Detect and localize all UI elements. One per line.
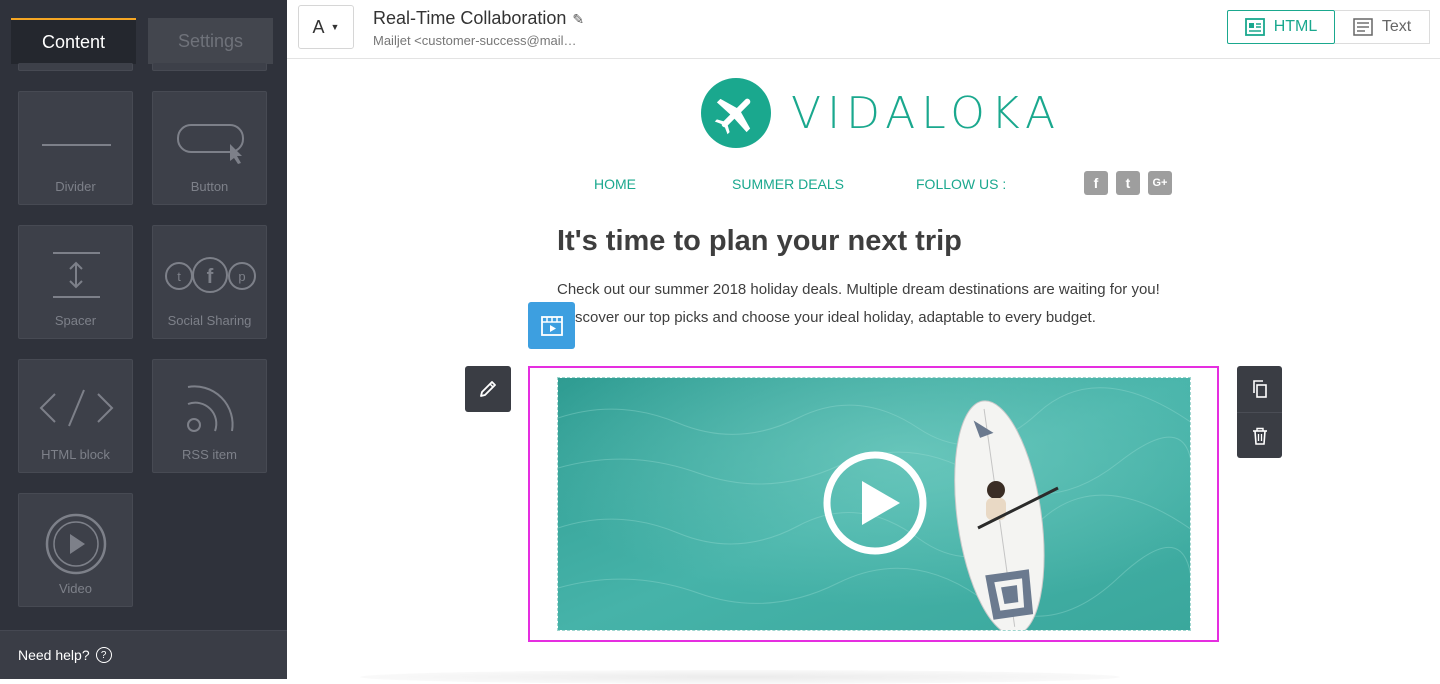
need-help-label: Need help?	[18, 647, 90, 663]
block-label: RSS item	[182, 447, 237, 462]
block-label: Social Sharing	[167, 313, 252, 328]
text-view-icon	[1353, 18, 1373, 36]
sender-address: Mailjet <customer-success@mail…	[373, 33, 577, 48]
google-plus-icon[interactable]: G+	[1148, 171, 1172, 195]
font-style-dropdown[interactable]: A ▼	[298, 5, 354, 49]
html-view-icon	[1244, 18, 1265, 36]
editor-toolbar: A ▼ Real-Time Collaboration ✎ Mailjet <cu…	[287, 0, 1440, 59]
twitter-icon[interactable]: t	[1116, 171, 1140, 195]
brand-wordmark: VIDALOKA	[791, 88, 1062, 139]
text-view-label: Text	[1381, 18, 1412, 35]
nav-summer-deals-link[interactable]: SUMMER DEALS	[732, 176, 844, 192]
block-divider[interactable]: Divider	[18, 91, 133, 205]
edit-block-button[interactable]	[465, 366, 511, 412]
block-html[interactable]: HTML block	[18, 359, 133, 473]
tab-settings[interactable]: Settings	[148, 18, 273, 64]
email-footer-shadow	[360, 670, 1120, 684]
block-label: Spacer	[54, 313, 97, 328]
block-tile-partial[interactable]	[18, 63, 133, 71]
video-block-icon	[540, 315, 563, 336]
nav-follow-us-label: FOLLOW US :	[916, 176, 1007, 192]
trash-icon	[1252, 427, 1267, 445]
pencil-icon[interactable]: ✎	[572, 11, 584, 27]
svg-text:f: f	[207, 266, 214, 288]
campaign-title-text: Real-Time Collaboration	[373, 8, 567, 28]
airplane-logo-icon	[701, 78, 771, 148]
pencil-icon	[480, 381, 496, 397]
email-paragraph[interactable]: Check out our summer 2018 holiday deals.…	[557, 281, 1160, 298]
duplicate-block-button[interactable]	[1237, 366, 1282, 412]
need-help-link[interactable]: Need help? ?	[0, 630, 287, 679]
block-rss[interactable]: RSS item	[152, 359, 267, 473]
block-tile-partial[interactable]	[152, 63, 267, 71]
campaign-title[interactable]: Real-Time Collaboration ✎	[373, 8, 584, 29]
block-sidebar: Content Settings Divider Button Spacer f…	[0, 0, 287, 679]
help-icon: ?	[95, 647, 112, 663]
block-label: Button	[190, 179, 229, 194]
video-block-type-button[interactable]	[528, 302, 575, 349]
block-social-sharing[interactable]: f t p Social Sharing	[152, 225, 267, 339]
block-video[interactable]: Video	[18, 493, 133, 607]
email-heading[interactable]: It's time to plan your next trip	[557, 225, 962, 258]
facebook-icon[interactable]: f	[1084, 171, 1108, 195]
block-actions-toolbar	[1237, 366, 1282, 458]
video-block-selection-outline	[528, 366, 1219, 642]
html-view-button[interactable]: HTML	[1227, 10, 1335, 44]
delete-block-button[interactable]	[1237, 412, 1282, 459]
block-button[interactable]: Button	[152, 91, 267, 205]
block-label: Divider	[55, 179, 96, 194]
svg-text:t: t	[177, 269, 181, 284]
font-style-label: A	[312, 16, 325, 37]
block-spacer[interactable]: Spacer	[18, 225, 133, 339]
block-label: HTML block	[41, 447, 110, 462]
html-view-label: HTML	[1273, 18, 1318, 35]
block-label: Video	[58, 581, 92, 596]
caret-down-icon: ▼	[330, 22, 340, 32]
email-paragraph[interactable]: scover our top picks and choose your ide…	[575, 309, 1096, 326]
copy-icon	[1252, 380, 1267, 398]
text-view-button[interactable]: Text	[1335, 10, 1430, 44]
nav-home-link[interactable]: HOME	[594, 176, 636, 192]
svg-text:p: p	[238, 269, 245, 284]
tab-content[interactable]: Content	[11, 18, 136, 64]
sidebar-tabs: Content Settings	[0, 0, 287, 64]
